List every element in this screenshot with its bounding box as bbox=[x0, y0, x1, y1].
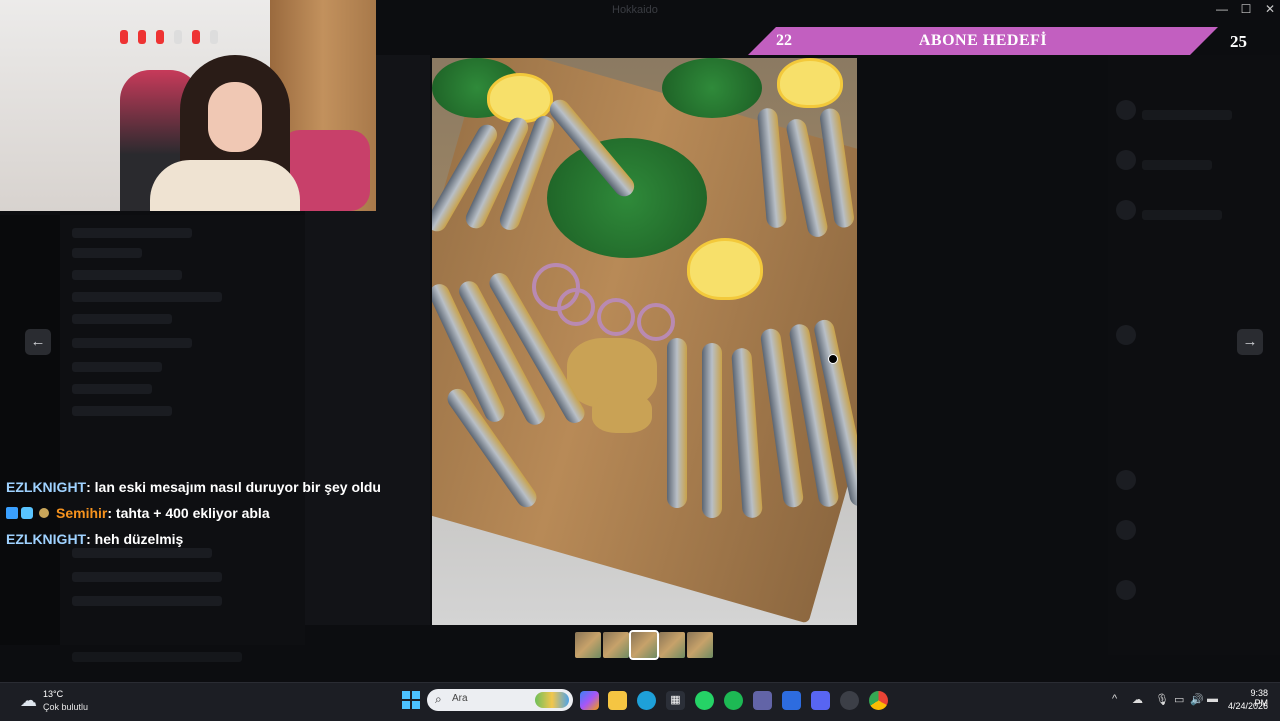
search-highlight-icon bbox=[535, 692, 569, 708]
arrow-right-icon: → bbox=[1242, 333, 1258, 350]
thumbnail[interactable] bbox=[687, 632, 713, 658]
previous-image-button[interactable]: ← bbox=[25, 329, 51, 355]
mouse-cursor bbox=[828, 354, 838, 364]
chat-text: : heh düzelmiş bbox=[86, 531, 184, 547]
member-row bbox=[1142, 110, 1232, 120]
channel-row bbox=[72, 270, 182, 280]
weather-description[interactable]: Çok bulutlu bbox=[43, 702, 88, 712]
start-button[interactable] bbox=[402, 691, 420, 709]
stream-chat-overlay: EZLKNIGHT : lan eski mesajım nasıl duruy… bbox=[6, 474, 381, 552]
clock-date[interactable]: 4/24/2026 bbox=[1224, 701, 1268, 711]
chevron-up-icon[interactable]: ^ bbox=[1112, 693, 1117, 705]
chat-username: EZLKNIGHT bbox=[6, 531, 87, 547]
member-avatar bbox=[1116, 520, 1136, 540]
channel-row bbox=[72, 314, 172, 324]
member-avatar bbox=[1116, 150, 1136, 170]
member-avatar bbox=[1116, 325, 1136, 345]
volume-icon[interactable]: 🔊 bbox=[1190, 693, 1204, 706]
fairy-lights bbox=[120, 30, 280, 52]
teams-icon[interactable] bbox=[753, 691, 772, 710]
streamer-face bbox=[208, 82, 262, 152]
cloud-sync-icon[interactable]: ☁ bbox=[1132, 693, 1143, 706]
chat-message: Semihir : tahta + 400 ekliyor abla bbox=[6, 500, 381, 526]
member-avatar bbox=[1116, 200, 1136, 220]
obs-icon[interactable] bbox=[840, 691, 859, 710]
network-icon[interactable]: ▭ bbox=[1174, 693, 1184, 706]
spotify-icon[interactable] bbox=[724, 691, 743, 710]
member-row bbox=[1142, 210, 1222, 220]
discord-icon[interactable] bbox=[811, 691, 830, 710]
minimize-icon[interactable]: — bbox=[1210, 2, 1234, 16]
window-title: Hokkaido bbox=[612, 4, 658, 16]
chat-text: : lan eski mesajım nasıl duruyor bir şey… bbox=[86, 479, 381, 495]
member-avatar bbox=[1116, 580, 1136, 600]
member-row bbox=[1142, 160, 1212, 170]
channel-row bbox=[72, 384, 152, 394]
goal-target: 25 bbox=[1230, 32, 1247, 51]
whatsapp-icon[interactable] bbox=[695, 691, 714, 710]
chrome-icon[interactable] bbox=[869, 691, 888, 710]
user-panel bbox=[72, 652, 242, 662]
microphone-icon[interactable]: 🎙 bbox=[1155, 693, 1169, 706]
battery-icon[interactable]: ▬ bbox=[1207, 693, 1218, 705]
thumbnail[interactable] bbox=[575, 632, 601, 658]
edge-icon[interactable] bbox=[637, 691, 656, 710]
channel-row bbox=[72, 406, 172, 416]
windows-taskbar: ☁ 13°C Çok bulutlu ⌕ Ara ▦ ^ ☁ 🎙 ▭ 🔊 ▬ 9… bbox=[0, 682, 1280, 721]
image-preview[interactable] bbox=[432, 58, 857, 625]
maximize-icon[interactable]: ☐ bbox=[1234, 2, 1258, 16]
member-list bbox=[1108, 55, 1280, 655]
close-icon[interactable]: ✕ bbox=[1258, 2, 1280, 16]
copilot-icon[interactable] bbox=[580, 691, 599, 710]
channel-row bbox=[72, 572, 222, 582]
search-placeholder: Ara bbox=[452, 693, 468, 704]
channel-row bbox=[72, 362, 162, 372]
search-icon: ⌕ bbox=[435, 692, 442, 706]
badge-icon bbox=[21, 507, 33, 519]
channel-row bbox=[72, 292, 222, 302]
channel-row bbox=[72, 338, 192, 348]
thumbnail[interactable] bbox=[603, 632, 629, 658]
cloud-icon[interactable]: ☁ bbox=[20, 691, 37, 711]
store-icon[interactable]: ▦ bbox=[666, 691, 685, 710]
badge-icon bbox=[39, 508, 49, 518]
file-explorer-icon[interactable] bbox=[608, 691, 627, 710]
chat-message: EZLKNIGHT : lan eski mesajım nasıl duruy… bbox=[6, 474, 381, 500]
webcam-overlay bbox=[0, 0, 376, 211]
chat-username: EZLKNIGHT bbox=[6, 479, 87, 495]
weather-temperature[interactable]: 13°C bbox=[43, 689, 63, 699]
chat-message: EZLKNIGHT : heh düzelmiş bbox=[6, 526, 381, 552]
channel-row bbox=[72, 228, 192, 238]
chat-text: : tahta + 400 ekliyor abla bbox=[107, 505, 270, 521]
member-avatar bbox=[1116, 470, 1136, 490]
badge-icon bbox=[6, 507, 18, 519]
goal-label: ABONE HEDEFİ bbox=[918, 32, 1048, 49]
server-sidebar bbox=[0, 215, 60, 645]
subscriber-goal-banner: 22 ABONE HEDEFİ bbox=[748, 27, 1218, 55]
arrow-left-icon: ← bbox=[30, 333, 46, 350]
thumbnail-active[interactable] bbox=[629, 630, 659, 660]
thumbnail-strip bbox=[575, 630, 713, 660]
channel-row bbox=[72, 596, 222, 606]
next-image-button[interactable]: → bbox=[1237, 329, 1263, 355]
taskbar-search[interactable]: ⌕ Ara bbox=[427, 689, 573, 711]
chat-username: Semihir bbox=[56, 505, 108, 521]
member-avatar bbox=[1116, 100, 1136, 120]
thumbnail[interactable] bbox=[659, 632, 685, 658]
app-icon[interactable] bbox=[782, 691, 801, 710]
channel-row bbox=[72, 248, 142, 258]
